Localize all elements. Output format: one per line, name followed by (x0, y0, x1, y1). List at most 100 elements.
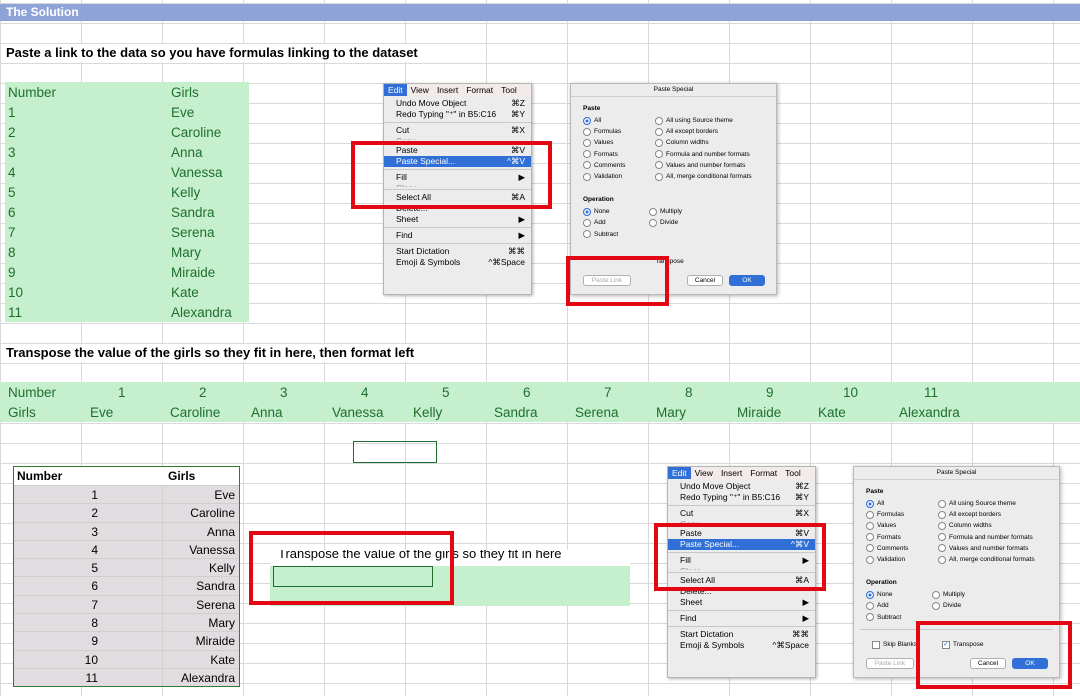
radio-option-formats[interactable]: Formats (866, 532, 938, 543)
radio-option-add[interactable]: Add (583, 217, 649, 228)
table-row[interactable]: 2 Caroline (14, 503, 239, 522)
radio-option-values-and-number-formats[interactable]: Values and number formats (938, 543, 1035, 554)
menu-sheet[interactable]: Sheet ▶ (668, 597, 815, 608)
menu-emoji[interactable]: Emoji & Symbols ^⌘Space (668, 640, 815, 651)
table-row[interactable]: 10 Kate (14, 649, 239, 668)
menu-redo[interactable]: Redo Typing "⁺" in B5:C16 ⌘Y (668, 492, 815, 503)
radio-option-column-widths[interactable]: Column widths (655, 137, 752, 148)
radio-option-validation[interactable]: Validation (866, 554, 938, 565)
radio-option-values[interactable]: Values (583, 137, 655, 148)
cell-number[interactable]: 9 (8, 263, 16, 283)
radio-option-formula-and-number-formats[interactable]: Formula and number formats (938, 532, 1035, 543)
cancel-button[interactable]: Cancel (687, 275, 723, 286)
cell-number[interactable]: 10 (8, 283, 23, 303)
menu-redo[interactable]: Redo Typing "⁺" in B5:C16 ⌘Y (384, 109, 531, 120)
selected-cell[interactable] (353, 441, 437, 463)
cell-number[interactable]: 8 (8, 243, 16, 263)
cell-transposed-name[interactable]: Alexandra (899, 403, 960, 423)
menubar-insert[interactable]: Insert (433, 84, 462, 96)
menu-undo[interactable]: Undo Move Object ⌘Z (668, 481, 815, 492)
cell-transposed-name[interactable]: Kelly (413, 403, 442, 423)
menu-find[interactable]: Find ▶ (668, 613, 815, 624)
radio-option-all-using-source-theme[interactable]: All using Source theme (655, 115, 752, 126)
cell-transposed-number[interactable]: 11 (924, 383, 938, 403)
cell-transposed-number[interactable]: 2 (199, 383, 207, 403)
radio-option-none[interactable]: None (583, 206, 649, 217)
cell-transposed-number[interactable]: 5 (442, 383, 450, 403)
menu-cut[interactable]: Cut ⌘X (384, 125, 531, 136)
cell-transposed-name[interactable]: Caroline (170, 403, 220, 423)
menubar-format[interactable]: Format (746, 467, 781, 479)
cell-number[interactable]: 5 (8, 183, 16, 203)
radio-option-validation[interactable]: Validation (583, 171, 655, 182)
menubar-tools[interactable]: Tool (781, 467, 805, 479)
table-row[interactable]: 1 Eve (14, 485, 239, 504)
menubar-view[interactable]: View (407, 84, 433, 96)
cell-transposed-number[interactable]: 9 (766, 383, 774, 403)
radio-option-all-except-borders[interactable]: All except borders (938, 509, 1035, 520)
cell-transposed-name[interactable]: Miraide (737, 403, 781, 423)
cell-number[interactable]: 6 (8, 203, 16, 223)
cell-transposed-name[interactable]: Kate (818, 403, 846, 423)
table-row[interactable]: 4 Vanessa (14, 539, 239, 559)
radio-option-all-except-borders[interactable]: All except borders (655, 126, 752, 137)
radio-option-all-using-source-theme[interactable]: All using Source theme (938, 498, 1035, 509)
menubar-edit[interactable]: Edit (668, 467, 691, 479)
cell-number[interactable]: 2 (8, 123, 16, 143)
cell-number[interactable]: 4 (8, 163, 16, 183)
table-row[interactable]: 6 Sandra (14, 576, 239, 595)
radio-option-divide[interactable]: Divide (932, 600, 965, 611)
menu-emoji[interactable]: Emoji & Symbols ^⌘Space (384, 257, 531, 268)
radio-option-divide[interactable]: Divide (649, 217, 682, 228)
cell-girl-name[interactable]: Kelly (171, 183, 200, 203)
menubar-edit[interactable]: Edit (384, 84, 407, 96)
radio-option-formula-and-number-formats[interactable]: Formula and number formats (655, 149, 752, 160)
table-row[interactable]: 3 Anna (14, 521, 239, 540)
cell-number[interactable]: 3 (8, 143, 16, 163)
cell-number[interactable]: 7 (8, 223, 16, 243)
radio-option-formats[interactable]: Formats (583, 149, 655, 160)
radio-option-all[interactable]: All (866, 498, 938, 509)
cell-girl-name[interactable]: Caroline (171, 123, 221, 143)
radio-option-values-and-number-formats[interactable]: Values and number formats (655, 160, 752, 171)
radio-option-comments[interactable]: Comments (866, 543, 938, 554)
cell-girl-name[interactable]: Anna (171, 143, 203, 163)
radio-option-multiply[interactable]: Multiply (932, 589, 965, 600)
table-row[interactable]: 9 Miraide (14, 631, 239, 650)
menubar-view[interactable]: View (691, 467, 717, 479)
cell-girl-name[interactable]: Alexandra (171, 303, 232, 323)
cell-girl-name[interactable]: Sandra (171, 203, 215, 223)
cell-number[interactable]: 11 (8, 303, 22, 323)
menu-copy[interactable]: Copy (384, 136, 531, 140)
ok-button[interactable]: OK (729, 275, 765, 286)
paste-link-button[interactable]: Paste Link (866, 658, 914, 669)
menu-cut[interactable]: Cut ⌘X (668, 508, 815, 519)
table-row[interactable]: 5 Kelly (14, 558, 239, 577)
radio-option-formulas[interactable]: Formulas (583, 126, 655, 137)
cell-transposed-number[interactable]: 7 (604, 383, 612, 403)
cell-transposed-number[interactable]: 10 (843, 383, 858, 403)
table-row[interactable]: 11 Alexandra (14, 667, 239, 687)
radio-option-values[interactable]: Values (866, 520, 938, 531)
menu-undo[interactable]: Undo Move Object ⌘Z (384, 98, 531, 109)
menu-find[interactable]: Find ▶ (384, 230, 531, 241)
cell-transposed-name[interactable]: Eve (90, 403, 113, 423)
menubar-insert[interactable]: Insert (717, 467, 746, 479)
radio-option-all[interactable]: All (583, 115, 655, 126)
radio-option-none[interactable]: None (866, 589, 932, 600)
cell-transposed-number[interactable]: 8 (685, 383, 693, 403)
menubar-tools[interactable]: Tool (497, 84, 521, 96)
radio-option-all-merge-conditional-formats[interactable]: All, merge conditional formats (938, 554, 1035, 565)
cell-girl-name[interactable]: Kate (171, 283, 199, 303)
table-row[interactable]: 7 Serena (14, 594, 239, 614)
menu-start-dictation[interactable]: Start Dictation ⌘⌘ (384, 246, 531, 257)
cell-girl-name[interactable]: Miraide (171, 263, 215, 283)
radio-option-add[interactable]: Add (866, 600, 932, 611)
cell-girl-name[interactable]: Eve (171, 103, 194, 123)
table-row[interactable]: 8 Mary (14, 613, 239, 632)
cell-transposed-number[interactable]: 4 (361, 383, 369, 403)
menu-sheet[interactable]: Sheet ▶ (384, 214, 531, 225)
cell-transposed-name[interactable]: Vanessa (332, 403, 384, 423)
cell-transposed-name[interactable]: Sandra (494, 403, 538, 423)
cell-number[interactable]: 1 (8, 103, 16, 123)
